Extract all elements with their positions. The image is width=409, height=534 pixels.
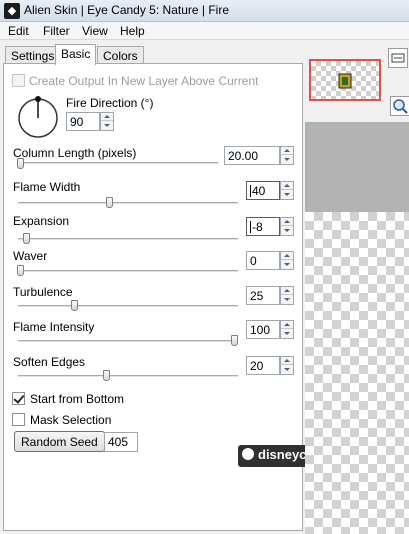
column-length-field[interactable]: 20.00: [224, 146, 280, 165]
soften-edges-label: Soften Edges: [13, 355, 86, 369]
flame-width-slider[interactable]: [105, 197, 113, 208]
expansion-spinner[interactable]: [280, 217, 294, 236]
start-from-bottom-label: Start from Bottom: [30, 392, 125, 406]
app-icon: ◆: [4, 3, 20, 19]
menu-help[interactable]: Help: [120, 24, 145, 38]
flame-intensity-field[interactable]: 100: [246, 320, 280, 339]
expansion-track[interactable]: [18, 238, 238, 241]
soften-edges-spinner[interactable]: [280, 356, 294, 375]
flame-width-label: Flame Width: [13, 180, 81, 194]
waver-field[interactable]: 0: [246, 251, 280, 270]
column-length-slider[interactable]: [17, 158, 24, 169]
watermark-mouse-icon: [242, 448, 254, 460]
soften-edges-track[interactable]: [18, 375, 238, 378]
preview-canvas[interactable]: [305, 212, 409, 534]
column-length-track[interactable]: [18, 162, 218, 165]
waver-label: Waver: [13, 249, 48, 263]
preview-column: [305, 40, 409, 534]
column-length-label: Column Length (pixels): [13, 146, 137, 160]
turbulence-spinner[interactable]: [280, 286, 294, 305]
navigator-icon[interactable]: [388, 48, 408, 68]
turbulence-track[interactable]: [18, 305, 238, 308]
window-title: Alien Skin | Eye Candy 5: Nature | Fire: [24, 3, 229, 17]
mask-selection-label: Mask Selection: [30, 413, 112, 427]
flame-width-track[interactable]: [18, 202, 238, 205]
waver-spinner[interactable]: [280, 251, 294, 270]
flame-intensity-label: Flame Intensity: [13, 320, 95, 334]
column-length-spinner[interactable]: [280, 146, 294, 165]
fire-direction-field[interactable]: 90: [66, 112, 100, 131]
waver-slider[interactable]: [17, 265, 24, 276]
turbulence-label: Turbulence: [13, 285, 73, 299]
fire-direction-label: Fire Direction (°): [66, 96, 154, 110]
turbulence-slider[interactable]: [71, 300, 78, 311]
random-seed-button[interactable]: Random Seed: [14, 431, 105, 452]
expansion-value: -8: [252, 220, 263, 234]
flame-intensity-slider[interactable]: [231, 335, 238, 346]
tab-basic[interactable]: Basic: [55, 44, 97, 65]
fire-thumbnail-icon: [338, 73, 352, 89]
create-output-label: Create Output In New Layer Above Current: [29, 74, 259, 88]
turbulence-field[interactable]: 25: [246, 286, 280, 305]
waver-track[interactable]: [18, 270, 238, 273]
create-output-checkbox[interactable]: [12, 74, 25, 87]
tab-settings[interactable]: Settings: [5, 46, 61, 64]
dial-icon: [18, 96, 58, 138]
preview-thumbnail[interactable]: [309, 59, 381, 101]
flame-width-value: 40: [252, 184, 266, 198]
soften-edges-slider[interactable]: [103, 370, 111, 381]
menu-filter[interactable]: Filter: [43, 24, 70, 38]
preview-border-area: [305, 122, 409, 212]
expansion-slider[interactable]: [23, 233, 31, 244]
zoom-icon[interactable]: [390, 96, 409, 116]
start-from-bottom-checkbox[interactable]: [12, 392, 25, 405]
expansion-field[interactable]: -8: [246, 217, 280, 236]
soften-edges-field[interactable]: 20: [246, 356, 280, 375]
fire-direction-dial[interactable]: [16, 96, 60, 140]
tab-colors[interactable]: Colors: [97, 46, 144, 64]
menu-view[interactable]: View: [82, 24, 108, 38]
menu-edit[interactable]: Edit: [8, 24, 29, 38]
flame-width-field[interactable]: 40: [246, 181, 280, 200]
title-bar: ◆ Alien Skin | Eye Candy 5: Nature | Fir…: [0, 0, 409, 22]
mask-selection-checkbox[interactable]: [12, 413, 25, 426]
tab-strip: Settings Basic Colors: [0, 44, 305, 65]
fire-direction-spinner[interactable]: [100, 112, 114, 131]
random-seed-field[interactable]: 405: [104, 432, 138, 452]
expansion-label: Expansion: [13, 214, 70, 228]
flame-width-spinner[interactable]: [280, 181, 294, 200]
flame-intensity-track[interactable]: [18, 340, 236, 343]
menu-bar: Edit Filter View Help: [0, 22, 409, 40]
flame-intensity-spinner[interactable]: [280, 320, 294, 339]
